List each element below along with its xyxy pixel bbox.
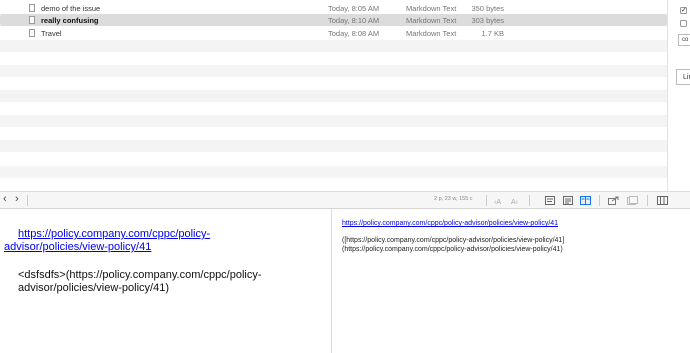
empty-row-stripe (0, 140, 667, 152)
markdown-preview: https://policy.company.com/cppc/policy-a… (331, 209, 690, 353)
editor-text: ) (165, 282, 170, 294)
editor-only-icon[interactable] (545, 196, 555, 205)
editor-paragraph: https://policy.company.com/cppc/policy-a… (4, 228, 304, 254)
svg-text:‹A: ‹A (494, 199, 501, 205)
file-row-selected[interactable]: really confusing Today, 8:10 AM Markdown… (0, 14, 667, 26)
preview-only-icon[interactable] (563, 196, 573, 205)
file-size: 303 bytes (471, 16, 504, 25)
divider (529, 195, 530, 206)
divider (599, 195, 600, 206)
preview-link-line: https://policy.company.com/cppc/policy-a… (342, 220, 558, 227)
empty-row-stripe (0, 90, 667, 102)
file-size: 1.7 KB (481, 29, 504, 38)
font-smaller-icon[interactable]: ‹A (494, 196, 506, 205)
columns-icon[interactable] (657, 196, 668, 205)
file-name: really confusing (41, 16, 99, 25)
share-icon[interactable] (627, 196, 638, 205)
markdown-editor[interactable]: https://policy.company.com/cppc/policy-a… (0, 209, 331, 353)
font-larger-icon[interactable]: A› (511, 196, 523, 205)
divider (647, 195, 648, 206)
file-kind: Markdown Text (406, 16, 457, 25)
preview-text: ([https://policy.company.com/cppc/policy… (342, 237, 565, 253)
svg-text:A›: A› (511, 199, 519, 205)
empty-row-stripe (0, 40, 667, 52)
empty-row-stripe (0, 115, 667, 127)
back-button[interactable]: ‹ (3, 193, 7, 205)
editor-paragraph: <dsfsdfs>(https://policy.company.com/cpp… (18, 269, 318, 295)
file-list: demo of the issue Today, 8:05 AM Markdow… (0, 0, 667, 191)
inspector-lin-button[interactable]: Lin (676, 69, 690, 85)
preview-link[interactable]: https://policy.company.com/cppc/policy-a… (342, 220, 558, 227)
divider (486, 195, 487, 206)
inspector-field[interactable]: co (678, 34, 690, 46)
inspector-panel: ✓ co Lin (667, 0, 690, 191)
file-date: Today, 8:05 AM (328, 4, 380, 13)
checkbox-checked[interactable]: ✓ (680, 7, 687, 14)
document-icon (29, 4, 35, 12)
file-kind: Markdown Text (406, 4, 457, 13)
editor-text: <dsfsdfs>( (18, 269, 70, 281)
editor-toolbar: ‹ › 2 p, 23 w, 155 c ‹A A› (0, 191, 690, 209)
document-stats: 2 p, 23 w, 155 c (434, 196, 473, 202)
editor-link[interactable]: https://policy.company.com/cppc/policy-a… (4, 228, 210, 253)
file-size: 350 bytes (471, 4, 504, 13)
file-name: Travel (41, 29, 62, 38)
file-date: Today, 8:10 AM (328, 16, 380, 25)
document-icon (29, 29, 35, 37)
forward-button[interactable]: › (15, 193, 19, 205)
checkbox[interactable] (680, 20, 687, 27)
empty-row-stripe (0, 166, 667, 178)
file-date: Today, 8:08 AM (328, 29, 380, 38)
document-icon (29, 16, 35, 24)
empty-row-stripe (0, 65, 667, 77)
file-kind: Markdown Text (406, 29, 457, 38)
file-row[interactable]: Travel Today, 8:08 AM Markdown Text 1.7 … (0, 27, 667, 39)
split-view-icon[interactable] (580, 196, 591, 205)
file-row[interactable]: demo of the issue Today, 8:05 AM Markdow… (0, 2, 667, 14)
file-name: demo of the issue (41, 4, 101, 13)
export-icon[interactable] (608, 196, 619, 205)
divider (27, 195, 28, 206)
